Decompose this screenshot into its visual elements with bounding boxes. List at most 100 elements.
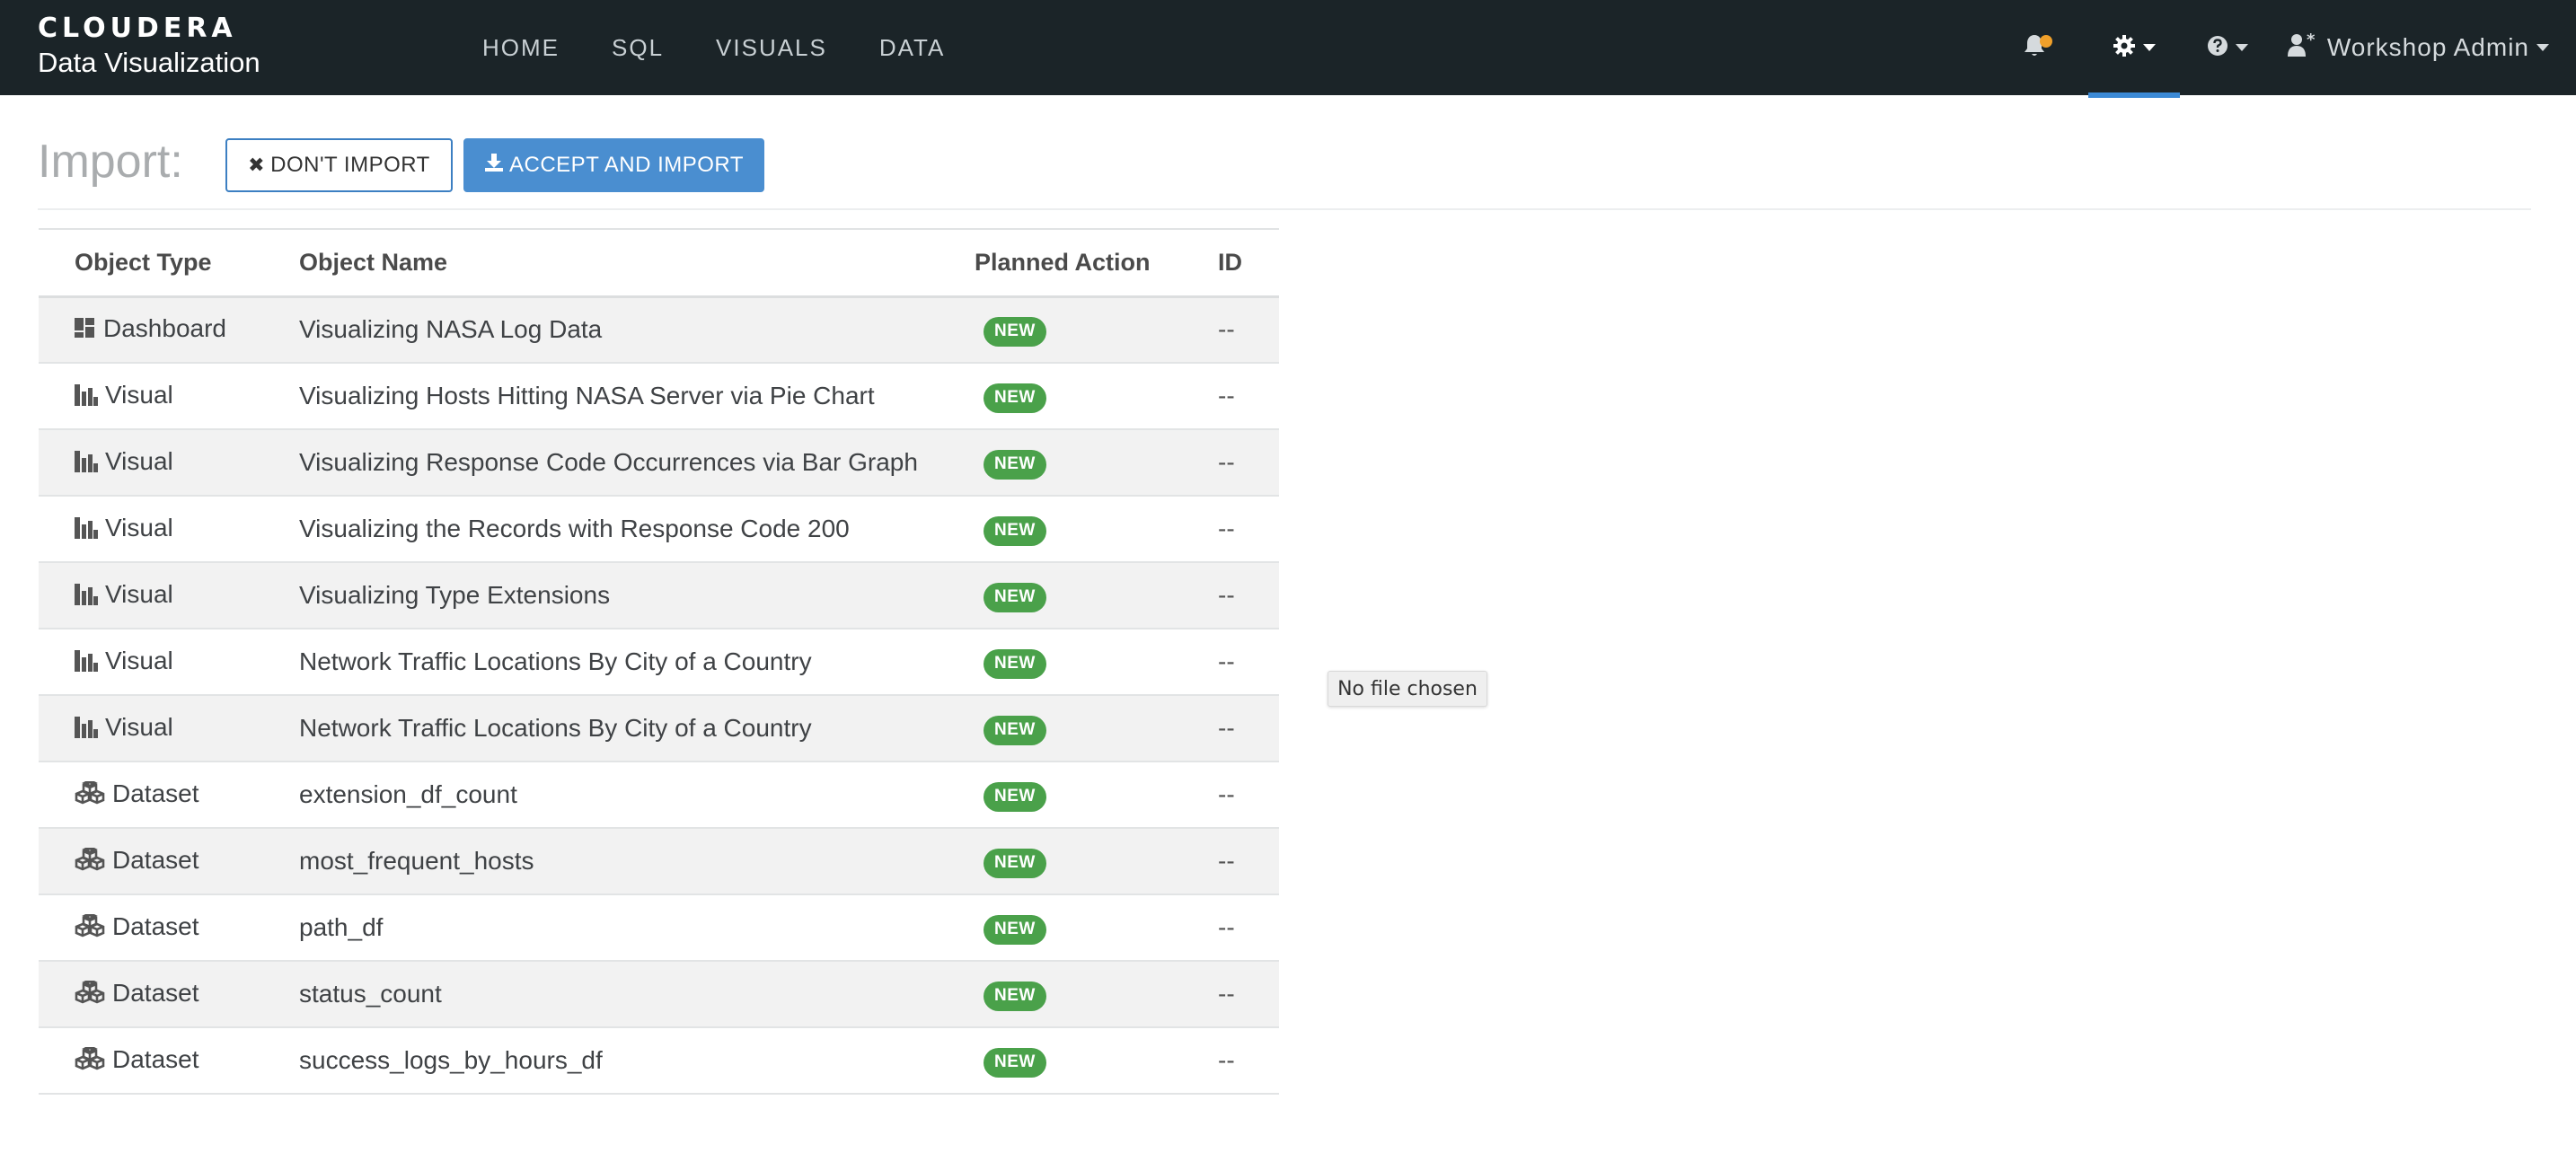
object-type-cell: Dataset: [39, 828, 299, 894]
object-type-label: Visual: [105, 380, 173, 409]
table-header: Object Type Object Name Planned Action I…: [39, 229, 1279, 296]
table-row: Dataset success_logs_by_hours_df NEW --: [39, 1027, 1279, 1094]
object-type-label: Visual: [105, 579, 173, 608]
id-cell: --: [1218, 515, 1235, 542]
bar-chart-icon: [75, 716, 98, 744]
status-badge: NEW: [984, 1047, 1046, 1078]
object-name-cell: Visualizing Hosts Hitting NASA Server vi…: [299, 382, 875, 409]
object-name-cell: Visualizing Response Code Occurrences vi…: [299, 448, 918, 476]
user-menu-button[interactable]: * Workshop Admin: [2273, 0, 2576, 98]
object-type-cell: Visual: [39, 496, 299, 562]
object-type-label: Dataset: [112, 1044, 199, 1073]
brand-logo[interactable]: CLOUDERA Data Visualization: [38, 14, 260, 81]
cubes-icon: [75, 978, 105, 1010]
status-badge: NEW: [984, 914, 1046, 945]
user-admin-icon: *: [2287, 31, 2318, 63]
cubes-icon: [75, 845, 105, 877]
object-name-cell: success_logs_by_hours_df: [299, 1046, 603, 1074]
id-cell: --: [1218, 780, 1235, 808]
question-circle-icon: [2207, 35, 2228, 61]
table-row: Visual Visualizing Response Code Occurre…: [39, 429, 1279, 496]
object-type-cell: Dataset: [39, 761, 299, 828]
planned-action-cell: NEW: [975, 828, 1218, 894]
table-row: Dataset path_df NEW --: [39, 894, 1279, 961]
accept-and-import-button[interactable]: ACCEPT AND IMPORT: [463, 138, 764, 192]
nav-right: * Workshop Admin: [1993, 0, 2576, 98]
table-row: Dataset most_frequent_hosts NEW --: [39, 828, 1279, 894]
planned-action-cell: NEW: [975, 363, 1218, 429]
svg-text:*: *: [2307, 33, 2316, 49]
status-badge: NEW: [984, 383, 1046, 413]
object-type-label: Dataset: [112, 779, 199, 807]
chevron-down-icon: [2142, 44, 2156, 51]
status-badge: NEW: [984, 981, 1046, 1011]
object-type-cell: Visual: [39, 629, 299, 695]
object-type-label: Dashboard: [103, 313, 226, 342]
table-row: Visual Network Traffic Locations By City…: [39, 629, 1279, 695]
file-input-tooltip: No file chosen: [1328, 671, 1487, 707]
main-nav: HOME SQL VISUALS DATA: [456, 0, 971, 95]
bar-chart-icon: [75, 383, 98, 412]
help-menu-button[interactable]: [2182, 0, 2273, 98]
object-type-label: Dataset: [112, 911, 199, 940]
table-row: Visual Network Traffic Locations By City…: [39, 695, 1279, 761]
cubes-icon: [75, 911, 105, 944]
status-badge: NEW: [984, 648, 1046, 679]
status-badge: NEW: [984, 715, 1046, 745]
table-row: Visual Visualizing the Records with Resp…: [39, 496, 1279, 562]
table-header-row: Object Type Object Name Planned Action I…: [39, 229, 1279, 296]
header-object-name[interactable]: Object Name: [299, 229, 975, 296]
header-id[interactable]: ID: [1218, 229, 1279, 296]
dont-import-button[interactable]: ✖ DON'T IMPORT: [225, 138, 453, 192]
object-type-cell: Visual: [39, 429, 299, 496]
planned-action-cell: NEW: [975, 695, 1218, 761]
id-cell: --: [1218, 980, 1235, 1008]
object-name-cell: Visualizing Type Extensions: [299, 581, 611, 609]
header-planned-action[interactable]: Planned Action: [975, 229, 1218, 296]
object-name-cell: Network Traffic Locations By City of a C…: [299, 647, 812, 675]
planned-action-cell: NEW: [975, 1027, 1218, 1094]
id-cell: --: [1218, 315, 1235, 344]
import-objects-table: Object Type Object Name Planned Action I…: [39, 228, 1279, 1095]
bar-chart-icon: [75, 583, 98, 612]
table-row: Visual Visualizing Hosts Hitting NASA Se…: [39, 363, 1279, 429]
object-type-cell: Dataset: [39, 1027, 299, 1094]
id-cell: --: [1218, 1046, 1235, 1074]
object-type-cell: Visual: [39, 695, 299, 761]
status-badge: NEW: [984, 781, 1046, 812]
object-name-cell: status_count: [299, 980, 442, 1008]
notifications-button[interactable]: [1993, 0, 2076, 98]
brand-product: Data Visualization: [38, 47, 260, 78]
planned-action-cell: NEW: [975, 961, 1218, 1027]
planned-action-cell: NEW: [975, 562, 1218, 629]
id-cell: --: [1218, 382, 1235, 409]
top-navbar: CLOUDERA Data Visualization HOME SQL VIS…: [0, 0, 2576, 98]
object-type-cell: Visual: [39, 562, 299, 629]
object-type-label: Visual: [105, 446, 173, 475]
download-icon: [484, 153, 504, 178]
object-type-label: Visual: [105, 513, 173, 541]
status-badge: NEW: [984, 449, 1046, 480]
brand-company: CLOUDERA: [38, 13, 237, 44]
object-type-label: Visual: [105, 646, 173, 674]
header-object-type[interactable]: Object Type: [39, 229, 299, 296]
status-badge: NEW: [984, 515, 1046, 546]
chevron-down-icon: [2536, 44, 2549, 51]
object-type-cell: Dataset: [39, 894, 299, 961]
status-badge: NEW: [984, 316, 1046, 347]
object-type-label: Visual: [105, 712, 173, 741]
planned-action-cell: NEW: [975, 629, 1218, 695]
cubes-icon: [75, 779, 105, 811]
nav-data[interactable]: DATA: [853, 0, 971, 95]
bar-chart-icon: [75, 649, 98, 678]
dashboard-icon: [75, 317, 96, 346]
nav-sql[interactable]: SQL: [586, 0, 690, 95]
status-badge: NEW: [984, 848, 1046, 878]
id-cell: --: [1218, 647, 1235, 675]
object-type-cell: Visual: [39, 363, 299, 429]
settings-menu-button[interactable]: [2087, 0, 2180, 98]
user-name: Workshop Admin: [2326, 33, 2529, 61]
nav-home[interactable]: HOME: [456, 0, 586, 95]
object-type-cell: Dataset: [39, 961, 299, 1027]
nav-visuals[interactable]: VISUALS: [690, 0, 853, 95]
